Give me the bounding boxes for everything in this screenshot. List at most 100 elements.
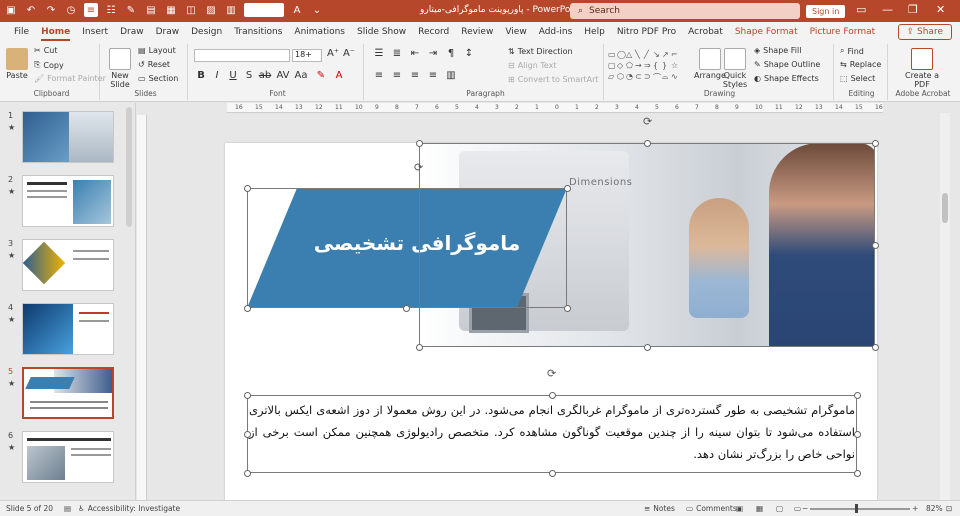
increase-font-icon[interactable]: A⁺: [326, 48, 340, 59]
paste-button[interactable]: Paste: [6, 48, 28, 80]
notes-button[interactable]: ≡ Notes: [644, 504, 675, 513]
tab-home[interactable]: Home: [35, 22, 76, 42]
rotate-handle-icon[interactable]: ⟳: [547, 367, 556, 380]
resize-handle[interactable]: [244, 185, 251, 192]
resize-handle[interactable]: [872, 344, 879, 351]
font-color-icon[interactable]: A: [290, 3, 304, 17]
undo-icon[interactable]: ↶: [24, 3, 38, 17]
rotate-handle-icon[interactable]: ⟳: [414, 161, 423, 174]
align-center-icon[interactable]: ≡: [390, 70, 404, 81]
zoom-out-icon[interactable]: −: [802, 504, 808, 513]
tab-insert[interactable]: Insert: [76, 22, 114, 42]
resize-handle[interactable]: [644, 344, 651, 351]
save-icon[interactable]: ▣: [4, 3, 18, 17]
highlight-icon[interactable]: ✎: [314, 70, 328, 81]
replace-button[interactable]: ⇆ Replace: [840, 60, 881, 69]
slide-body-text[interactable]: ماموگرام تشخیصی به طور گسترده‌تری از مام…: [249, 399, 855, 465]
tab-picture-format[interactable]: Picture Format: [804, 22, 882, 42]
font-name-box[interactable]: [194, 49, 290, 62]
customize-qat-icon[interactable]: ⌄: [310, 3, 324, 17]
bold-icon[interactable]: B: [194, 70, 208, 81]
tab-transitions[interactable]: Transitions: [228, 22, 288, 42]
rotate-handle-icon[interactable]: ⟳: [643, 115, 652, 128]
format-icon[interactable]: ☷: [104, 3, 118, 17]
fit-slide-icon[interactable]: ⊡: [946, 504, 952, 513]
tab-nitro[interactable]: Nitro PDF Pro: [611, 22, 682, 42]
slide-canvas[interactable]: Dimensions ماموگرافی تشخیصی ⟳ ⟳ ⟳ ماموگر…: [225, 115, 879, 500]
normal-view-icon[interactable]: ▣: [736, 504, 743, 513]
tab-draw[interactable]: Draw: [114, 22, 150, 42]
create-pdf-button[interactable]: Create a PDF: [904, 48, 940, 89]
shadow-icon[interactable]: S: [242, 70, 256, 81]
slide-thumbnail[interactable]: [22, 111, 114, 163]
shape-effects-button[interactable]: ◐ Shape Effects: [754, 74, 819, 83]
cut-button[interactable]: ✂ Cut: [34, 46, 58, 55]
align-left-icon[interactable]: ≡: [372, 70, 386, 81]
ribbon-display-icon[interactable]: ▭: [856, 3, 866, 16]
slide-thumbnail[interactable]: [22, 303, 114, 355]
close-icon[interactable]: ✕: [936, 3, 945, 16]
tab-acrobat[interactable]: Acrobat: [682, 22, 729, 42]
tab-shape-format[interactable]: Shape Format: [729, 22, 804, 42]
slide-thumbnail[interactable]: [22, 431, 114, 483]
section-button[interactable]: ▭ Section: [138, 74, 178, 83]
resize-handle[interactable]: [549, 470, 556, 477]
zoom-level[interactable]: 82%: [926, 504, 943, 513]
tab-record[interactable]: Record: [412, 22, 455, 42]
shape-icon[interactable]: ◫: [184, 3, 198, 17]
numbering-icon[interactable]: ≣: [390, 48, 404, 59]
font-name-mini-box[interactable]: [244, 3, 284, 17]
zoom-slider[interactable]: [810, 508, 910, 510]
resize-handle[interactable]: [872, 242, 879, 249]
resize-handle[interactable]: [244, 470, 251, 477]
search-box[interactable]: ⌕ Search: [570, 3, 800, 19]
thumbnail-scrollbar[interactable]: [126, 107, 132, 227]
columns-icon[interactable]: ▥: [444, 70, 458, 81]
draw-icon[interactable]: ✎: [124, 3, 138, 17]
zoom-in-icon[interactable]: +: [912, 504, 918, 513]
tab-view[interactable]: View: [499, 22, 532, 42]
resize-handle[interactable]: [854, 431, 861, 438]
bullets-icon[interactable]: ☰: [372, 48, 386, 59]
scroll-thumb[interactable]: [942, 193, 948, 223]
shape-outline-button[interactable]: ✎ Shape Outline: [754, 60, 820, 69]
spell-check-icon[interactable]: ▤: [64, 504, 71, 513]
resize-handle[interactable]: [644, 140, 651, 147]
tab-animations[interactable]: Animations: [288, 22, 351, 42]
tab-draw-2[interactable]: Draw: [150, 22, 186, 42]
char-spacing-icon[interactable]: AV: [276, 70, 290, 81]
italic-icon[interactable]: I: [210, 70, 224, 81]
font-color-ribbon-icon[interactable]: A: [332, 70, 346, 81]
resize-handle[interactable]: [416, 140, 423, 147]
new-slide-button[interactable]: New Slide: [106, 48, 134, 89]
decrease-font-icon[interactable]: A⁻: [342, 48, 356, 59]
resize-handle[interactable]: [854, 470, 861, 477]
slide-sorter-icon[interactable]: ▦: [756, 504, 763, 513]
insert-icon[interactable]: ▤: [144, 3, 158, 17]
copy-button[interactable]: ⎘ Copy: [34, 60, 64, 70]
resize-handle[interactable]: [244, 392, 251, 399]
vertical-scrollbar[interactable]: [940, 113, 950, 500]
shape-fill-button[interactable]: ◈ Shape Fill: [754, 46, 801, 55]
resize-handle[interactable]: [564, 185, 571, 192]
tab-review[interactable]: Review: [455, 22, 499, 42]
justify-icon[interactable]: ≡: [426, 70, 440, 81]
table-icon[interactable]: ▦: [164, 3, 178, 17]
find-button[interactable]: ⌕ Find: [840, 46, 864, 56]
underline-icon[interactable]: U: [226, 70, 240, 81]
slideshow-icon[interactable]: ▭: [794, 504, 801, 513]
tab-file[interactable]: File: [8, 22, 35, 42]
select-button[interactable]: ⬚ Select: [840, 74, 875, 83]
align-text-button[interactable]: ⊟ Align Text: [508, 61, 557, 70]
share-button[interactable]: ⇪ Share: [897, 24, 952, 40]
rtl-icon[interactable]: ¶: [444, 48, 458, 59]
tab-design[interactable]: Design: [185, 22, 228, 42]
convert-smartart-button[interactable]: ⊞ Convert to SmartArt: [508, 75, 599, 84]
zoom-slider-knob[interactable]: [855, 504, 858, 513]
resize-handle[interactable]: [244, 305, 251, 312]
increase-indent-icon[interactable]: ⇥: [426, 48, 440, 59]
chart-icon[interactable]: ▥: [224, 3, 238, 17]
resize-handle[interactable]: [872, 140, 879, 147]
shapes-gallery[interactable]: ▭ ◯ △ ╲ ╱ ↘ ↗ ⌐ ▢ ◇ ⬠ → ⇒{} ☆ ▱ ⬡ ◔ ⊂ ⊃ ⌒ ⌓ ∿: [608, 50, 680, 86]
quick-styles-button[interactable]: Quick Styles: [722, 48, 748, 89]
